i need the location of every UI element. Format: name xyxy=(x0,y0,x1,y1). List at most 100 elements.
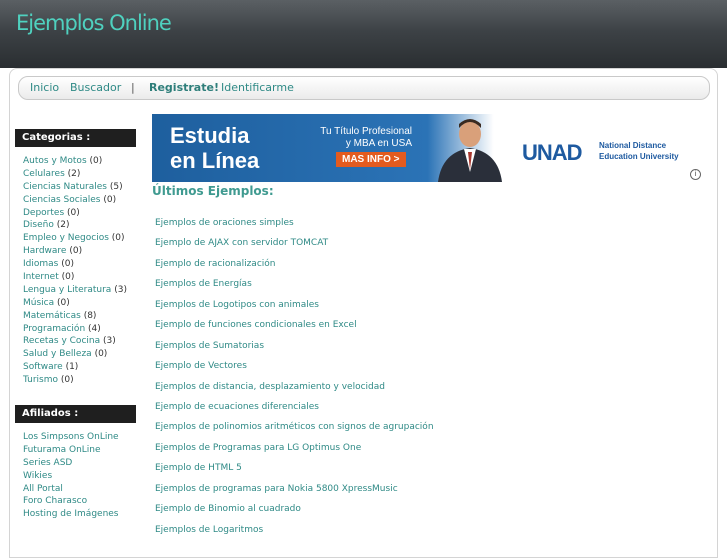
affiliate-item: Los Simpsons OnLine xyxy=(23,431,119,444)
example-link[interactable]: Ejemplo de AJAX con servidor TOMCAT xyxy=(155,238,328,248)
category-link[interactable]: Programación xyxy=(23,324,85,334)
site-header: Ejemplos Online xyxy=(0,0,727,68)
example-link[interactable]: Ejemplos de programas para Nokia 5800 Xp… xyxy=(155,484,398,494)
example-item: Ejemplo de ecuaciones diferenciales xyxy=(155,397,434,417)
affiliate-item: Hosting de Imágenes xyxy=(23,508,119,521)
example-item: Ejemplos de programas para Nokia 5800 Xp… xyxy=(155,479,434,499)
category-count: (2) xyxy=(67,168,81,179)
banner-tagline-line1: Tu Título Profesional xyxy=(320,126,412,137)
example-item: Ejemplos de Sumatorias xyxy=(155,336,434,356)
examples-list: Ejemplos de oraciones simples Ejemplo de … xyxy=(155,213,434,540)
category-link[interactable]: Empleo y Negocios xyxy=(23,233,109,243)
category-count: (2) xyxy=(56,220,70,231)
category-item: Recetas y Cocina (3) xyxy=(23,335,127,348)
unad-logo-text: UNAD xyxy=(522,140,583,165)
category-item: Idiomas (0) xyxy=(23,258,127,271)
affiliate-item: Futurama OnLine xyxy=(23,444,119,457)
category-link[interactable]: Idiomas xyxy=(23,259,58,269)
category-count: (0) xyxy=(57,297,70,308)
unad-logo: UNAD xyxy=(522,140,583,166)
affiliate-link[interactable]: Hosting de Imágenes xyxy=(23,509,119,519)
example-item: Ejemplo de funciones condicionales en Ex… xyxy=(155,315,434,335)
example-link[interactable]: Ejemplos de Programas para LG Optimus On… xyxy=(155,443,361,453)
affiliate-link[interactable]: Futurama OnLine xyxy=(23,445,101,455)
example-link[interactable]: Ejemplo de ecuaciones diferenciales xyxy=(155,402,319,412)
example-link[interactable]: Ejemplos de Logaritmos xyxy=(155,525,263,535)
affiliate-link[interactable]: Foro Charasco xyxy=(23,496,87,506)
example-item: Ejemplos de Logotipos con animales xyxy=(155,295,434,315)
example-item: Ejemplo de racionalización xyxy=(155,254,434,274)
category-item: Turismo (0) xyxy=(23,374,127,387)
example-item: Ejemplos de oraciones simples xyxy=(155,213,434,233)
category-item: Ciencias Sociales (0) xyxy=(23,194,127,207)
example-link[interactable]: Ejemplo de racionalización xyxy=(155,259,275,269)
category-link[interactable]: Deportes xyxy=(23,208,64,218)
banner-headline-line1: Estudia xyxy=(170,123,250,148)
category-link[interactable]: Recetas y Cocina xyxy=(23,336,100,346)
site-title[interactable]: Ejemplos Online xyxy=(16,11,172,35)
category-item: Lengua y Literatura (3) xyxy=(23,284,127,297)
latest-examples-title: Últimos Ejemplos: xyxy=(152,184,274,198)
example-link[interactable]: Ejemplos de polinomios aritméticos con s… xyxy=(155,422,434,432)
category-count: (0) xyxy=(103,194,117,205)
category-item: Diseño (2) xyxy=(23,219,127,232)
example-link[interactable]: Ejemplo de Vectores xyxy=(155,361,247,371)
category-item: Ciencias Naturales (5) xyxy=(23,181,127,194)
category-count: (4) xyxy=(88,323,101,334)
affiliate-link[interactable]: Los Simpsons OnLine xyxy=(23,432,119,442)
example-link[interactable]: Ejemplo de Binomio al cuadrado xyxy=(155,504,301,514)
example-item: Ejemplo de AJAX con servidor TOMCAT xyxy=(155,233,434,253)
category-count: (0) xyxy=(61,272,75,283)
category-count: (0) xyxy=(60,375,74,386)
affiliates-heading: Afiliados : xyxy=(15,405,136,423)
banner-person-image xyxy=(438,119,502,182)
example-link[interactable]: Ejemplo de funciones condicionales en Ex… xyxy=(155,320,357,330)
affiliate-item: Series ASD xyxy=(23,457,119,470)
nav-register-link[interactable]: Registrate! xyxy=(149,81,219,94)
affiliate-list: Los Simpsons OnLine Futurama OnLine Series… xyxy=(23,431,119,521)
category-item: Música (0) xyxy=(23,297,127,310)
example-link[interactable]: Ejemplos de Energías xyxy=(155,279,252,289)
example-item: Ejemplo de Vectores xyxy=(155,356,434,376)
category-link[interactable]: Matemáticas xyxy=(23,311,81,321)
category-link[interactable]: Celulares xyxy=(23,169,65,179)
example-link[interactable]: Ejemplos de Logotipos con animales xyxy=(155,300,319,310)
category-link[interactable]: Salud y Belleza xyxy=(23,349,92,359)
example-link[interactable]: Ejemplos de oraciones simples xyxy=(155,218,294,228)
nav-inicio-link[interactable]: Inicio xyxy=(30,81,59,94)
category-link[interactable]: Software xyxy=(23,362,63,372)
category-count: (1) xyxy=(65,362,79,373)
banner-university-line1: National Distance xyxy=(599,141,667,150)
example-item: Ejemplos de Energías xyxy=(155,274,434,294)
category-item: Internet (0) xyxy=(23,271,127,284)
ad-info-icon[interactable]: i xyxy=(690,169,701,180)
category-count: (0) xyxy=(67,207,80,218)
category-link[interactable]: Turismo xyxy=(23,375,58,385)
category-link[interactable]: Internet xyxy=(23,272,59,282)
category-count: (0) xyxy=(89,156,103,166)
example-item: Ejemplos de Programas para LG Optimus On… xyxy=(155,438,434,458)
category-link[interactable]: Música xyxy=(23,298,54,308)
category-link[interactable]: Ciencias Sociales xyxy=(23,195,100,205)
nav-login-link[interactable]: Identificarme xyxy=(221,81,294,94)
category-link[interactable]: Diseño xyxy=(23,220,54,230)
example-item: Ejemplos de polinomios aritméticos con s… xyxy=(155,417,434,437)
example-link[interactable]: Ejemplos de distancia, desplazamiento y … xyxy=(155,382,385,392)
example-link[interactable]: Ejemplo de HTML 5 xyxy=(155,463,242,473)
category-link[interactable]: Lengua y Literatura xyxy=(23,285,111,295)
ad-banner[interactable]: Estudia en Línea Tu Título Profesional y… xyxy=(152,114,703,182)
category-link[interactable]: Hardware xyxy=(23,246,66,256)
category-link[interactable]: Ciencias Naturales xyxy=(23,182,107,192)
category-count: (8) xyxy=(83,310,97,321)
categories-heading: Categorias : xyxy=(15,129,136,147)
nav-buscador-link[interactable]: Buscador xyxy=(70,81,121,94)
affiliate-link[interactable]: Wikies xyxy=(23,471,52,481)
category-item: Empleo y Negocios (0) xyxy=(23,232,127,245)
category-count: (0) xyxy=(94,349,108,360)
example-link[interactable]: Ejemplos de Sumatorias xyxy=(155,341,264,351)
affiliate-item: Wikies xyxy=(23,470,119,483)
affiliate-link[interactable]: Series ASD xyxy=(23,458,72,468)
affiliate-link[interactable]: All Portal xyxy=(23,484,63,494)
category-link[interactable]: Autos y Motos xyxy=(23,156,87,166)
banner-more-info-button[interactable]: MAS INFO > xyxy=(336,152,406,167)
